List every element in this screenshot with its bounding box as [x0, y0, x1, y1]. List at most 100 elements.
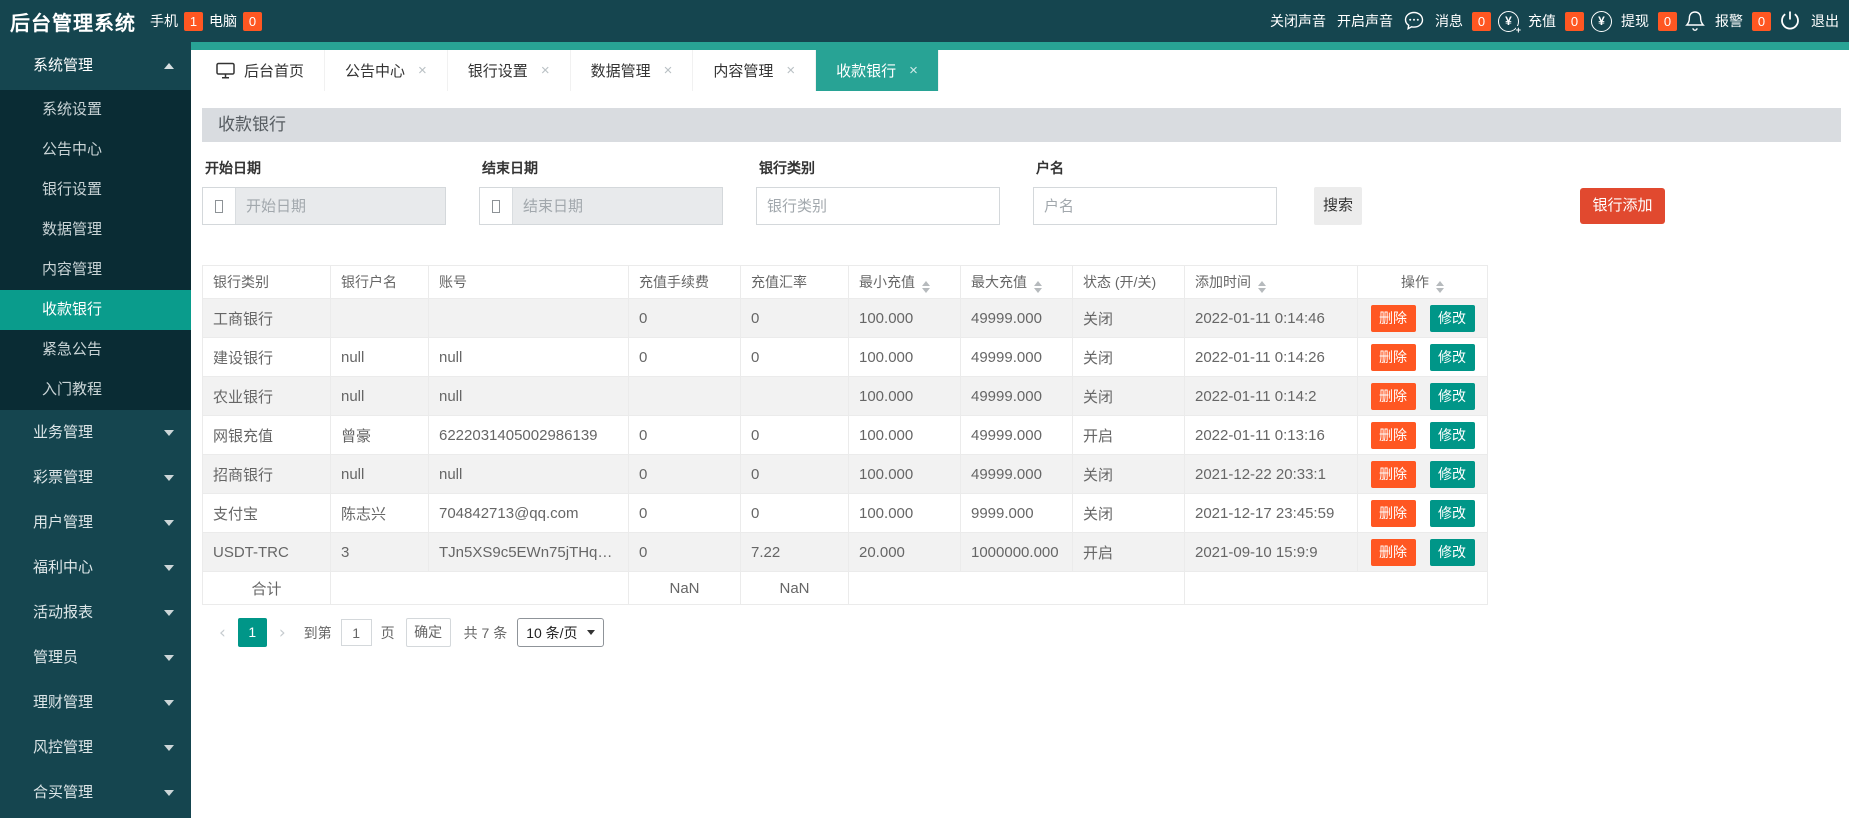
table-row: 农业银行 null null 100.000 49999.000 关闭 2022…: [203, 377, 1488, 416]
sidebar-group-group-buy[interactable]: 合买管理: [0, 770, 191, 815]
delete-button[interactable]: 删除: [1371, 539, 1416, 566]
edit-button[interactable]: 修改: [1430, 500, 1475, 527]
edit-button[interactable]: 修改: [1430, 305, 1475, 332]
sidebar-group-system[interactable]: 系统管理: [0, 42, 191, 90]
chevron-down-icon: [164, 610, 174, 616]
close-icon[interactable]: ×: [909, 62, 918, 79]
search-button[interactable]: 搜索: [1314, 187, 1362, 225]
delete-button[interactable]: 删除: [1371, 344, 1416, 371]
calendar-icon[interactable]: [203, 188, 236, 224]
message-menu-item[interactable]: 消息: [1433, 11, 1465, 31]
delete-button[interactable]: 删除: [1371, 461, 1416, 488]
edit-button[interactable]: 修改: [1430, 539, 1475, 566]
sidebar-group-users[interactable]: 用户管理: [0, 500, 191, 545]
bank-table-wrap: 银行类别 银行户名 账号 充值手续费 充值汇率 最小充值 最大充值 状态 (开/…: [202, 265, 1849, 605]
col-recharge-fee: 充值手续费: [629, 266, 741, 299]
sidebar-item-data-management[interactable]: 数据管理: [0, 210, 191, 250]
pc-count-badge: 0: [243, 12, 262, 31]
sidebar-item-receiving-bank[interactable]: 收款银行: [0, 290, 191, 330]
close-icon[interactable]: ×: [664, 62, 673, 79]
sidebar-group-risk-control[interactable]: 风控管理: [0, 725, 191, 770]
sidebar-item-announcement-center[interactable]: 公告中心: [0, 130, 191, 170]
chevron-down-icon: [164, 790, 174, 796]
phone-count-badge: 1: [184, 12, 203, 31]
delete-button[interactable]: 删除: [1371, 500, 1416, 527]
per-page-select[interactable]: 10 条/页: [517, 618, 603, 647]
close-icon[interactable]: ×: [786, 62, 795, 79]
sidebar-item-emergency-notice[interactable]: 紧急公告: [0, 330, 191, 370]
sidebar-item-system-settings[interactable]: 系统设置: [0, 90, 191, 130]
delete-button[interactable]: 删除: [1371, 422, 1416, 449]
sort-icon[interactable]: [922, 281, 930, 293]
bank-type-input[interactable]: [756, 187, 1000, 225]
edit-button[interactable]: 修改: [1430, 461, 1475, 488]
start-date-group: [202, 187, 446, 225]
withdraw-icon[interactable]: ¥: [1591, 11, 1612, 32]
sidebar-group-finance[interactable]: 理财管理: [0, 680, 191, 725]
tab-content-management[interactable]: 内容管理 ×: [693, 50, 816, 91]
message-icon[interactable]: [1402, 9, 1426, 33]
sort-icon[interactable]: [1258, 281, 1266, 293]
sidebar-item-bank-settings[interactable]: 银行设置: [0, 170, 191, 210]
message-count-badge[interactable]: 0: [1472, 12, 1491, 31]
chevron-down-icon: [164, 655, 174, 661]
sidebar-submenu: 系统设置 公告中心 银行设置 数据管理 内容管理 收款银行 紧急公告 入门教程: [0, 90, 191, 410]
sidebar-group-activity-report[interactable]: 活动报表: [0, 590, 191, 635]
sort-icon[interactable]: [1034, 281, 1042, 293]
delete-button[interactable]: 删除: [1371, 383, 1416, 410]
withdraw-menu-item[interactable]: 提现: [1619, 11, 1651, 31]
chevron-down-icon: [164, 565, 174, 571]
table-row: USDT-TRC 3 TJn5XS9c5EWn75jTHqLzrE9... 0 …: [203, 533, 1488, 572]
sort-icon[interactable]: [1436, 281, 1444, 293]
recharge-menu-item[interactable]: 充值: [1526, 11, 1558, 31]
bell-icon[interactable]: [1684, 9, 1706, 33]
sidebar-group-lottery[interactable]: 彩票管理: [0, 455, 191, 500]
end-date-input[interactable]: [513, 188, 722, 224]
tab-data-management[interactable]: 数据管理 ×: [571, 50, 694, 91]
alarm-count-badge[interactable]: 0: [1752, 12, 1771, 31]
admin-app: 后台管理系统 手机 1 电脑 0 关闭声音 开启声音 消息 0 ¥+ 充值 0 …: [0, 0, 1849, 818]
alarm-menu-item[interactable]: 报警: [1713, 11, 1745, 31]
goto-page-input[interactable]: [341, 619, 372, 646]
sound-off-button[interactable]: 关闭声音: [1268, 11, 1328, 31]
chevron-up-icon: [164, 63, 174, 69]
col-bank-type: 银行类别: [203, 266, 331, 299]
power-icon[interactable]: [1778, 9, 1802, 33]
sidebar-group-business[interactable]: 业务管理: [0, 410, 191, 455]
chevron-down-icon: [164, 520, 174, 526]
recharge-count-badge[interactable]: 0: [1565, 12, 1584, 31]
close-icon[interactable]: ×: [418, 62, 427, 79]
bank-table: 银行类别 银行户名 账号 充值手续费 充值汇率 最小充值 最大充值 状态 (开/…: [202, 265, 1488, 605]
header-menu: 关闭声音 开启声音 消息 0 ¥+ 充值 0 ¥ 提现 0 报警: [1268, 9, 1841, 33]
current-page-button[interactable]: 1: [238, 618, 267, 647]
filter-bank-type: 银行类别: [756, 158, 1000, 225]
phone-label: 手机: [150, 11, 178, 31]
tab-home[interactable]: 后台首页: [196, 50, 325, 91]
chevron-down-icon: [164, 475, 174, 481]
edit-button[interactable]: 修改: [1430, 422, 1475, 449]
delete-button[interactable]: 删除: [1371, 305, 1416, 332]
sidebar-group-admin[interactable]: 管理员: [0, 635, 191, 680]
sidebar-group-welfare[interactable]: 福利中心: [0, 545, 191, 590]
sound-on-button[interactable]: 开启声音: [1335, 11, 1395, 31]
recharge-icon[interactable]: ¥+: [1498, 11, 1519, 32]
tab-bank-settings[interactable]: 银行设置 ×: [448, 50, 571, 91]
edit-button[interactable]: 修改: [1430, 344, 1475, 371]
page-title: 收款银行: [202, 108, 1841, 142]
sidebar-item-content-management[interactable]: 内容管理: [0, 250, 191, 290]
close-icon[interactable]: ×: [541, 62, 550, 79]
logout-button[interactable]: 退出: [1809, 11, 1841, 31]
start-date-input[interactable]: [236, 188, 445, 224]
tab-announcement-center[interactable]: 公告中心 ×: [325, 50, 448, 91]
prev-page-button[interactable]: ‹: [214, 623, 231, 643]
edit-button[interactable]: 修改: [1430, 383, 1475, 410]
calendar-icon[interactable]: [480, 188, 513, 224]
withdraw-count-badge[interactable]: 0: [1658, 12, 1677, 31]
add-bank-button[interactable]: 银行添加: [1580, 188, 1665, 224]
pagination: ‹ 1 › 到第 页 确定 共 7 条 10 条/页: [214, 618, 1849, 647]
tab-receiving-bank[interactable]: 收款银行 ×: [816, 50, 939, 91]
sidebar-item-beginner-tutorial[interactable]: 入门教程: [0, 370, 191, 410]
confirm-button[interactable]: 确定: [406, 618, 451, 647]
account-name-input[interactable]: [1033, 187, 1277, 225]
next-page-button[interactable]: ›: [274, 623, 291, 643]
